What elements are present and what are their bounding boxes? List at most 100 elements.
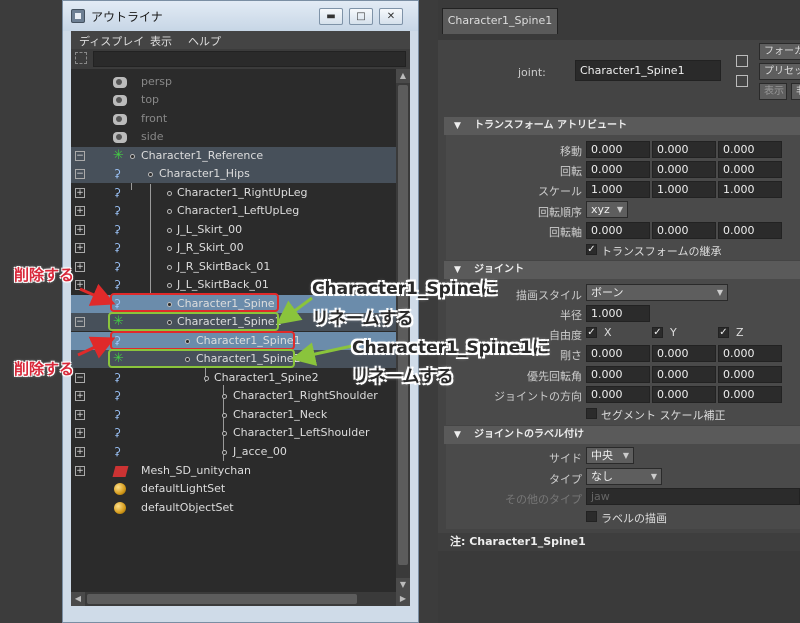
preferred-angle-label: 優先回転角: [527, 370, 582, 383]
segment-scale-checkbox[interactable]: [586, 408, 597, 419]
tree-row-spine2-child[interactable]: − ⚳ Character1_Spine2: [71, 369, 396, 387]
scale-x-field[interactable]: 1.000: [586, 181, 650, 198]
tree-row-top[interactable]: top: [71, 91, 396, 109]
scale-y-field[interactable]: 1.000: [652, 181, 716, 198]
scroll-up-icon[interactable]: ▲: [396, 69, 410, 83]
tree-row-objectset[interactable]: defaultObjectSet: [71, 499, 396, 517]
draw-style-combo[interactable]: ボーン ▼: [586, 284, 728, 301]
joint-orient-z-field[interactable]: 0.000: [718, 386, 782, 403]
expand-toggle[interactable]: +: [75, 280, 85, 290]
focus-button[interactable]: フォーカス: [759, 43, 800, 60]
tree-row-acce[interactable]: + ⚳ J_acce_00: [71, 443, 396, 461]
tree-row-l-skirt[interactable]: + ⚳ J_L_Skirt_00: [71, 221, 396, 239]
expand-toggle[interactable]: +: [75, 428, 85, 438]
filter-icon[interactable]: [75, 52, 87, 64]
joint-orient-x-field[interactable]: 0.000: [586, 386, 650, 403]
menu-display[interactable]: ディスプレイ: [79, 33, 144, 49]
preferred-angle-z-field[interactable]: 0.000: [718, 366, 782, 383]
dof-z-checkbox[interactable]: ✓: [718, 327, 729, 338]
tree-row-r-skirt[interactable]: + ⚳ J_R_Skirt_00: [71, 239, 396, 257]
close-button[interactable]: ✕: [379, 8, 403, 25]
dof-y-checkbox[interactable]: ✓: [652, 327, 663, 338]
joint-orient-y-field[interactable]: 0.000: [652, 386, 716, 403]
stiffness-z-field[interactable]: 0.000: [718, 345, 782, 362]
collapse-toggle[interactable]: −: [75, 373, 85, 383]
horizontal-scroll-thumb[interactable]: [87, 594, 357, 604]
radius-field[interactable]: 1.000: [586, 305, 650, 322]
copy-tab-icon[interactable]: [736, 75, 748, 87]
scroll-left-icon[interactable]: ◀: [71, 592, 85, 606]
section-joint[interactable]: ▼ ジョイント: [444, 261, 800, 279]
tree-row-persp[interactable]: persp: [71, 73, 396, 91]
expand-toggle[interactable]: +: [75, 410, 85, 420]
side-combo[interactable]: 中央 ▼: [586, 447, 634, 464]
section-transform[interactable]: ▼ トランスフォーム アトリビュート: [444, 117, 800, 135]
translate-y-field[interactable]: 0.000: [652, 141, 716, 158]
presets-button[interactable]: プリセット: [759, 63, 800, 80]
rotate-axis-z-field[interactable]: 0.000: [718, 222, 782, 239]
section-joint-labelling[interactable]: ▼ ジョイントのラベル付け: [444, 426, 800, 444]
minimize-button[interactable]: ▬: [319, 8, 343, 25]
preferred-angle-y-field[interactable]: 0.000: [652, 366, 716, 383]
inherit-transform-label: トランスフォームの継承: [601, 245, 722, 258]
tree-row-lightset[interactable]: defaultLightSet: [71, 480, 396, 498]
tree-row-front[interactable]: front: [71, 110, 396, 128]
collapse-toggle[interactable]: −: [75, 151, 85, 161]
joint-name-field[interactable]: Character1_Spine1: [575, 60, 721, 81]
other-type-field[interactable]: jaw: [586, 488, 800, 505]
scroll-right-icon[interactable]: ▶: [396, 592, 410, 606]
tree-row-reference[interactable]: − ✳ Character1_Reference: [71, 147, 396, 165]
filter-input[interactable]: [93, 51, 406, 67]
collapse-toggle[interactable]: −: [75, 317, 85, 327]
node-dot: [167, 246, 172, 251]
menu-show[interactable]: 表示: [150, 33, 172, 49]
rotate-axis-x-field[interactable]: 0.000: [586, 222, 650, 239]
expand-toggle[interactable]: +: [75, 206, 85, 216]
collapse-toggle[interactable]: −: [75, 169, 85, 179]
rotate-order-combo[interactable]: xyz ▼: [586, 201, 628, 218]
translate-x-field[interactable]: 0.000: [586, 141, 650, 158]
inherit-transform-checkbox[interactable]: ✓: [586, 244, 597, 255]
tree-row-leftshoulder[interactable]: + ⚳ Character1_LeftShoulder: [71, 424, 396, 442]
stiffness-y-field[interactable]: 0.000: [652, 345, 716, 362]
maximize-button[interactable]: □: [349, 8, 373, 25]
stiffness-x-field[interactable]: 0.000: [586, 345, 650, 362]
tree-row-mesh[interactable]: + Mesh_SD_unitychan: [71, 462, 396, 480]
tab-character1-spine1[interactable]: Character1_Spine1: [442, 8, 558, 34]
expand-toggle[interactable]: +: [75, 447, 85, 457]
rotate-x-field[interactable]: 0.000: [586, 161, 650, 178]
preferred-angle-x-field[interactable]: 0.000: [586, 366, 650, 383]
outliner-titlebar[interactable]: アウトライナ ▬ □ ✕: [63, 1, 418, 31]
tree-row-leftupleg[interactable]: + ⚳ Character1_LeftUpLeg: [71, 202, 396, 220]
expand-toggle[interactable]: +: [75, 243, 85, 253]
scale-z-field[interactable]: 1.000: [718, 181, 782, 198]
node-dot: [130, 154, 135, 159]
tree-row-rightupleg[interactable]: + ⚳ Character1_RightUpLeg: [71, 184, 396, 202]
expand-toggle[interactable]: +: [75, 466, 85, 476]
menu-help[interactable]: ヘルプ: [188, 33, 221, 49]
tree-row-rightshoulder[interactable]: + ⚳ Character1_RightShoulder: [71, 387, 396, 405]
tree-row-neck[interactable]: + ⚳ Character1_Neck: [71, 406, 396, 424]
expand-toggle[interactable]: +: [75, 225, 85, 235]
rotate-axis-y-field[interactable]: 0.000: [652, 222, 716, 239]
load-selected-icon[interactable]: [736, 55, 748, 67]
dof-x-checkbox[interactable]: ✓: [586, 327, 597, 338]
tree-row-hips[interactable]: − ⚳ Character1_Hips: [71, 165, 396, 183]
show-button[interactable]: 表示: [759, 83, 787, 100]
type-combo[interactable]: なし ▼: [586, 468, 662, 485]
expand-toggle[interactable]: +: [75, 391, 85, 401]
delete-highlight-box: [110, 331, 295, 350]
rotate-z-field[interactable]: 0.000: [718, 161, 782, 178]
rotate-y-field[interactable]: 0.000: [652, 161, 716, 178]
expand-toggle[interactable]: +: [75, 262, 85, 272]
scroll-down-icon[interactable]: ▼: [396, 578, 410, 592]
tree-row-side[interactable]: side: [71, 128, 396, 146]
translate-z-field[interactable]: 0.000: [718, 141, 782, 158]
draw-label-checkbox[interactable]: [586, 511, 597, 522]
node-label: Character1_Neck: [233, 408, 328, 421]
vertical-scrollbar[interactable]: ▲ ▼: [396, 69, 410, 592]
expand-toggle[interactable]: +: [75, 188, 85, 198]
notes-area[interactable]: [438, 551, 800, 623]
hide-button[interactable]: 非: [791, 83, 800, 100]
horizontal-scrollbar[interactable]: ◀ ▶: [71, 592, 410, 606]
